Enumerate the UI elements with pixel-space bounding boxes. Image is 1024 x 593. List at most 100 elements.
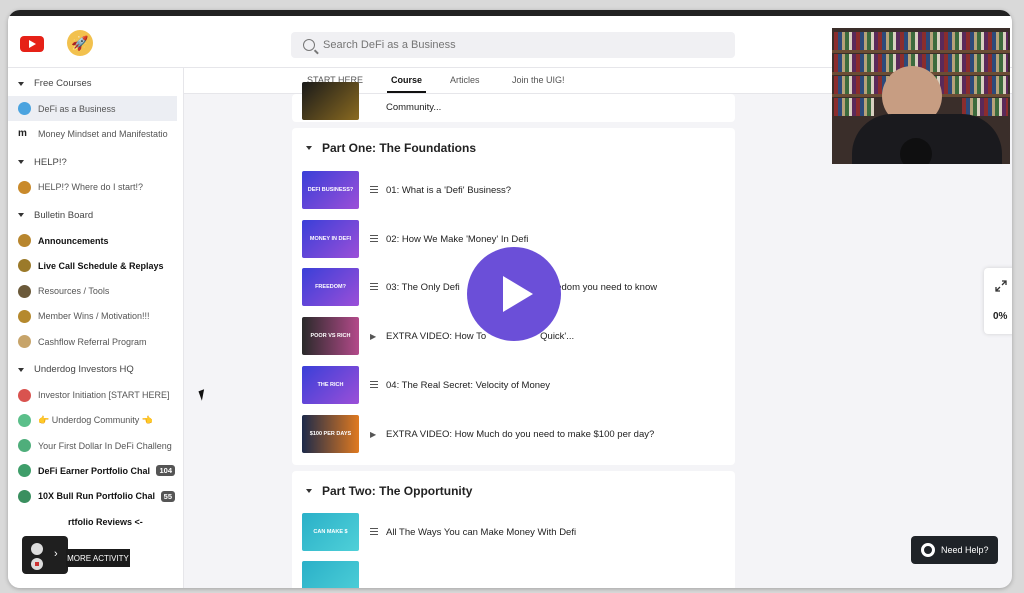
- sidebar-item-label: Money Mindset and Manifestatio: [38, 128, 168, 139]
- lesson-title: 04: The Real Secret: Velocity of Money: [386, 379, 551, 391]
- lesson-row[interactable]: Community...: [302, 82, 722, 120]
- app-window: 🚀 Free Courses DeFi as a Business m Money…: [8, 10, 1012, 588]
- sidebar-group-bulletin-board[interactable]: Bulletin Board: [8, 203, 183, 228]
- sidebar-item-portfolio-reviews[interactable]: rtfolio Reviews <-: [8, 509, 183, 534]
- recording-controls: ›: [22, 536, 68, 574]
- sidebar-item-live-call-schedule[interactable]: Live Call Schedule & Replays: [8, 253, 183, 278]
- channel-icon: [18, 180, 31, 194]
- microphone: [900, 138, 932, 164]
- sidebar-item-label: Cashflow Referral Program: [38, 336, 147, 347]
- sidebar-group-free-courses[interactable]: Free Courses: [8, 71, 183, 96]
- shelf: [832, 50, 1010, 53]
- bookshelf: [834, 98, 874, 116]
- channel-icon: [18, 388, 31, 402]
- course-icon: [18, 102, 31, 116]
- chevron-right-icon[interactable]: ›: [54, 548, 58, 560]
- sidebar-item-label: Resources / Tools: [38, 286, 110, 297]
- sidebar-item-defi-earner-portfolio[interactable]: DeFi Earner Portfolio Chal 104: [8, 458, 183, 483]
- lesson-row[interactable]: DEFI BUSINESS? 01: What is a 'Defi' Busi…: [302, 171, 722, 209]
- sidebar-item-defi-as-a-business[interactable]: DeFi as a Business: [8, 96, 177, 122]
- group-title: Bulletin Board: [34, 209, 94, 221]
- sidebar-item-label: rtfolio Reviews <-: [68, 516, 143, 527]
- section-header[interactable]: Part One: The Foundations: [306, 141, 476, 155]
- caret-down-icon: [18, 160, 24, 165]
- youtube-icon[interactable]: [20, 36, 44, 52]
- channel-icon: [18, 439, 31, 453]
- group-title: HELP!?: [34, 156, 67, 168]
- sidebar-item-10x-bull-run[interactable]: 10X Bull Run Portfolio Chal 55: [8, 484, 183, 509]
- unread-count-badge: 55: [160, 490, 175, 502]
- sidebar-item-underdog-community[interactable]: 👉 Underdog Community 👈: [8, 408, 183, 433]
- sidebar-item-where-do-i-start[interactable]: HELP!? Where do I start!?: [8, 175, 183, 200]
- sidebar-item-label: DeFi Earner Portfolio Chal: [38, 465, 151, 476]
- lesson-thumbnail: [302, 82, 359, 120]
- sidebar-item-money-mindset[interactable]: m Money Mindset and Manifestatio: [8, 121, 183, 146]
- rocket-logo-icon[interactable]: 🚀: [67, 30, 93, 56]
- m-logo-icon: m: [18, 127, 31, 141]
- sidebar-group-help[interactable]: HELP!?: [8, 150, 183, 175]
- caret-down-icon: [18, 213, 24, 218]
- lesson-thumbnail: FREEDOM?: [302, 268, 359, 306]
- lesson-row[interactable]: [302, 561, 722, 588]
- need-help-label: Need Help?: [941, 545, 989, 555]
- lesson-title-tail: Quick'...: [540, 330, 575, 342]
- expand-icon[interactable]: [995, 280, 1007, 292]
- sidebar-item-label: Investor Initiation [START HERE]: [38, 390, 170, 401]
- text-lesson-icon: [370, 282, 380, 292]
- text-lesson-icon: [370, 234, 380, 244]
- caret-down-icon: [18, 367, 24, 372]
- channel-icon: [18, 489, 31, 503]
- sidebar: Free Courses DeFi as a Business m Money M…: [8, 68, 184, 588]
- lesson-row[interactable]: CAN MAKE $ All The Ways You can Make Mon…: [302, 513, 722, 551]
- sidebar-item-resources-tools[interactable]: Resources / Tools: [8, 278, 183, 303]
- lesson-row[interactable]: THE RICH 04: The Real Secret: Velocity o…: [302, 366, 722, 404]
- section-header[interactable]: Part Two: The Opportunity: [306, 484, 472, 498]
- channel-icon: [18, 259, 31, 273]
- caret-down-icon: [306, 146, 312, 150]
- text-lesson-icon: [370, 527, 380, 537]
- section-card-part-two: Part Two: The Opportunity CAN MAKE $ All…: [292, 471, 735, 588]
- play-button[interactable]: [467, 247, 561, 341]
- lesson-title: EXTRA VIDEO: How To: [386, 330, 487, 342]
- lesson-title: All The Ways You can Make Money With Def…: [386, 526, 577, 538]
- progress-percent: 0%: [993, 311, 1008, 322]
- lesson-thumbnail: MONEY IN DEFI: [302, 220, 359, 258]
- channel-icon: [18, 284, 31, 298]
- sidebar-item-label: 10X Bull Run Portfolio Chal: [38, 491, 156, 502]
- pause-icon[interactable]: [31, 543, 43, 555]
- sidebar-item-member-wins[interactable]: Member Wins / Motivation!!!: [8, 304, 183, 329]
- sidebar-item-label: DeFi as a Business: [38, 103, 116, 114]
- sidebar-item-label: Announcements: [38, 235, 109, 246]
- group-title: Underdog Investors HQ: [34, 364, 134, 376]
- lesson-thumbnail: CAN MAKE $: [302, 513, 359, 551]
- search-icon: [303, 39, 315, 51]
- sidebar-item-label: Your First Dollar In DeFi Challeng: [38, 440, 172, 451]
- sidebar-item-investor-initiation[interactable]: Investor Initiation [START HERE]: [8, 382, 183, 407]
- caret-down-icon: [18, 81, 24, 86]
- search-input[interactable]: [323, 39, 703, 51]
- lesson-title: 02: How We Make 'Money' In Defi: [386, 233, 529, 245]
- group-title: Free Courses: [34, 78, 92, 89]
- search-bar[interactable]: [291, 32, 735, 58]
- progress-widget[interactable]: 0%: [984, 268, 1012, 334]
- lesson-title: EXTRA VIDEO: How Much do you need to mak…: [386, 428, 655, 440]
- mouse-cursor: [198, 389, 208, 401]
- section-title: Part Two: The Opportunity: [322, 484, 473, 498]
- text-lesson-icon: [370, 185, 380, 195]
- section-title: Part One: The Foundations: [322, 141, 477, 155]
- need-help-button[interactable]: Need Help?: [911, 536, 998, 564]
- lesson-row[interactable]: $100 PER DAYS ▶ EXTRA VIDEO: How Much do…: [302, 415, 722, 453]
- sidebar-item-first-dollar-challenge[interactable]: Your First Dollar In DeFi Challeng: [8, 433, 183, 458]
- more-activity-button[interactable]: MORE ACTIVITY: [66, 549, 130, 567]
- stop-record-icon[interactable]: [31, 558, 43, 570]
- lifebuoy-icon: [921, 543, 935, 557]
- sidebar-item-announcements[interactable]: Announcements: [8, 228, 183, 253]
- lesson-thumbnail: $100 PER DAYS: [302, 415, 359, 453]
- lesson-thumbnail: THE RICH: [302, 366, 359, 404]
- video-lesson-icon: ▶: [370, 429, 377, 439]
- channel-icon: [18, 309, 31, 323]
- prev-section-card: Community...: [292, 82, 735, 122]
- sidebar-item-cashflow-referral[interactable]: Cashflow Referral Program: [8, 329, 183, 354]
- sidebar-group-underdog-investors-hq[interactable]: Underdog Investors HQ: [8, 357, 183, 382]
- video-lesson-icon: ▶: [370, 331, 377, 341]
